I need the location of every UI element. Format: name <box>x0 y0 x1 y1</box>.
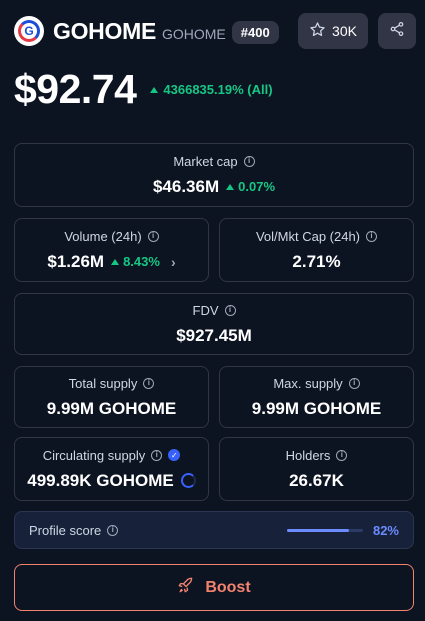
market-cap-label-row: Market cap i <box>173 153 255 169</box>
profile-score-label: Profile score <box>29 522 102 538</box>
circulating-progress-icon <box>180 473 196 488</box>
fdv-label-row: FDV i <box>193 303 236 318</box>
watchlist-count: 30K <box>332 23 357 39</box>
fdv-card: FDV i $927.45M <box>14 293 414 355</box>
caret-up-icon <box>150 86 159 93</box>
vol-mkt-cap-value: 2.71% <box>292 251 341 271</box>
chevron-right-icon[interactable]: › <box>171 254 176 270</box>
profile-score-track <box>286 528 363 532</box>
info-icon[interactable]: i <box>348 377 360 389</box>
profile-score-value: 82% <box>372 522 399 538</box>
rocket-icon <box>177 576 195 599</box>
price-change: 4366835.19% (All) <box>150 82 273 97</box>
info-icon[interactable]: i <box>366 230 378 242</box>
holders-label-row: Holders i <box>286 448 348 463</box>
token-header: G GOHOME GOHOME #400 30K <box>14 12 416 50</box>
volume-label: Volume (24h) <box>64 228 142 244</box>
volume-change: 8.43% <box>111 254 160 269</box>
vol-mkt-cap-label: Vol/Mkt Cap (24h) <box>255 228 361 244</box>
profile-score-bar[interactable]: Profile score i 82% <box>14 511 414 549</box>
volume-card[interactable]: Volume (24h) i $1.26M 8.43% › <box>14 218 209 282</box>
price-change-value: 4366835.19% (All) <box>163 82 273 97</box>
token-logo: G <box>14 16 44 46</box>
market-cap-value-row: $46.36M 0.07% <box>153 177 275 197</box>
holders-value: 26.67K <box>289 470 344 490</box>
circulating-supply-label: Circulating supply <box>42 447 146 463</box>
verified-badge-icon[interactable]: ✓ <box>168 449 181 461</box>
rank-badge: #400 <box>231 20 279 44</box>
current-price: $92.74 <box>14 66 137 112</box>
max-supply-label-row: Max. supply i <box>273 375 360 391</box>
volume-change-value: 8.43% <box>123 254 160 269</box>
profile-score-fill <box>286 528 350 532</box>
circulating-supply-label-row: Circulating supply i ✓ <box>43 448 181 463</box>
info-icon[interactable]: i <box>147 230 159 242</box>
star-icon <box>309 21 326 41</box>
market-cap-change-value: 0.07% <box>238 179 276 194</box>
share-icon <box>389 21 405 42</box>
info-icon[interactable]: i <box>107 524 119 536</box>
circulating-supply-value-row: 499.89K GOHOME <box>27 470 196 491</box>
boost-button[interactable]: Boost <box>14 564 414 611</box>
total-supply-card: Total supply i 9.99M GOHOME <box>14 366 209 428</box>
info-icon[interactable]: i <box>336 449 348 461</box>
total-supply-label: Total supply <box>68 375 138 391</box>
circulating-supply-value: 499.89K GOHOME <box>27 470 174 490</box>
holders-card: Holders i 26.67K <box>219 437 414 501</box>
profile-score-label-row: Profile score i <box>29 522 119 538</box>
market-cap-value: $46.36M <box>152 176 220 196</box>
vol-mkt-cap-card: Vol/Mkt Cap (24h) i 2.71% <box>219 218 414 282</box>
info-icon[interactable]: i <box>151 449 163 461</box>
token-name: GOHOME <box>53 17 156 44</box>
max-supply-value: 9.99M GOHOME <box>251 398 382 418</box>
max-supply-card: Max. supply i 9.99M GOHOME <box>219 366 414 428</box>
boost-label: Boost <box>205 578 251 596</box>
market-cap-label: Market cap <box>173 153 238 169</box>
total-supply-value: 9.99M GOHOME <box>46 398 177 418</box>
circulating-supply-card: Circulating supply i ✓ 499.89K GOHOME <box>14 437 209 501</box>
holders-label: Holders <box>285 447 331 463</box>
fdv-label: FDV <box>192 302 219 318</box>
market-cap-card: Market cap i $46.36M 0.07% <box>14 143 414 207</box>
volume-value: $1.26M <box>47 251 105 271</box>
volume-label-row: Volume (24h) i <box>64 228 159 244</box>
caret-up-icon <box>226 183 235 190</box>
info-icon[interactable]: i <box>143 377 155 389</box>
share-button[interactable] <box>378 13 416 49</box>
vol-mkt-cap-label-row: Vol/Mkt Cap (24h) i <box>255 228 378 244</box>
token-symbol: GOHOME <box>161 26 226 42</box>
info-icon[interactable]: i <box>224 304 236 316</box>
volume-value-row: $1.26M 8.43% › <box>47 252 175 272</box>
fdv-value: $927.45M <box>176 325 252 345</box>
info-icon[interactable]: i <box>243 155 255 167</box>
max-supply-label: Max. supply <box>273 375 343 391</box>
caret-up-icon <box>111 258 120 265</box>
logo-letter: G <box>18 20 40 42</box>
market-cap-change: 0.07% <box>226 179 275 194</box>
price-row: $92.74 4366835.19% (All) <box>14 66 273 113</box>
total-supply-label-row: Total supply i <box>69 376 155 391</box>
watchlist-button[interactable]: 30K <box>298 13 368 49</box>
